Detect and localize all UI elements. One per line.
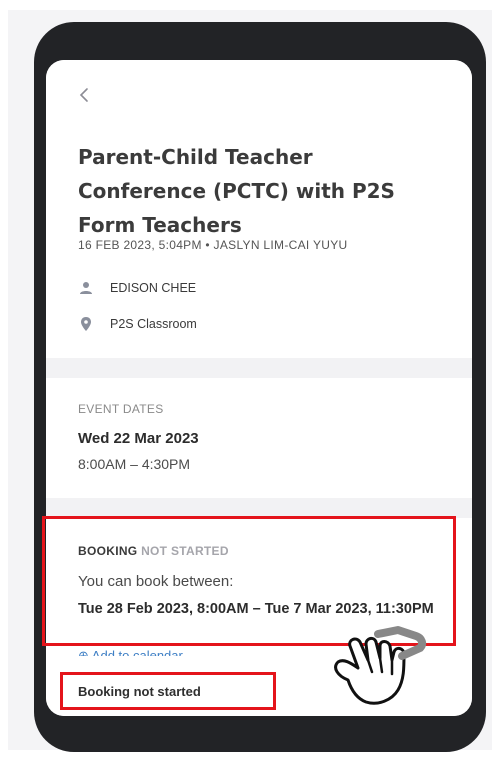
event-dates-label: EVENT DATES [78,402,164,416]
event-time: 8:00AM – 4:30PM [78,456,191,472]
event-dates-card: EVENT DATES Wed 22 Mar 2023 8:00AM – 4:3… [46,378,472,498]
event-location: P2S Classroom [110,317,197,331]
event-location-row: P2S Classroom [78,316,197,332]
highlight-box-booking-status [60,672,276,710]
location-pin-icon [78,316,94,332]
add-to-calendar-link[interactable]: ⊕ Add to calendar [78,648,183,656]
event-person-row: EDISON CHEE [78,280,196,296]
person-icon [78,280,94,296]
event-meta: 16 FEB 2023, 5:04PM • JASLYN LIM-CAI YUY… [78,238,348,252]
chevron-left-icon[interactable] [74,84,96,106]
event-person: EDISON CHEE [110,281,197,295]
event-date: Wed 22 Mar 2023 [78,430,199,447]
pointing-hand-icon [334,626,427,705]
event-title: Parent-Child Teacher Conference (PCTC) w… [78,145,395,237]
event-header-card: Parent-Child Teacher Conference (PCTC) w… [46,60,472,358]
